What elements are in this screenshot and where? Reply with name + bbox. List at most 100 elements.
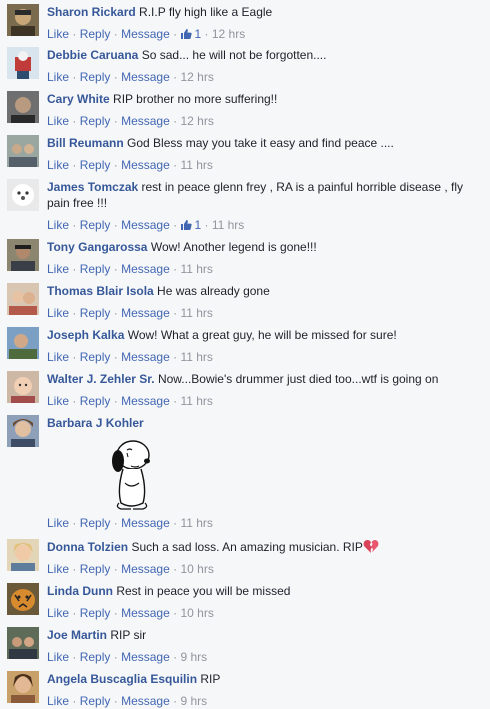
reply-link[interactable]: Reply [80,694,111,708]
timestamp[interactable]: 10 hrs [180,562,213,576]
separator: · [113,218,118,232]
comment-text: Rest in peace you will be missed [116,584,291,598]
timestamp[interactable]: 11 hrs [180,516,212,530]
comment-text: Wow! Another legend is gone!!! [150,240,317,254]
comment-author[interactable]: Cary White [47,92,110,106]
separator: · [113,562,118,576]
avatar[interactable] [7,327,39,359]
comment-actions: Like · Reply · Message · 11 hrs [47,305,483,321]
timestamp[interactable]: 12 hrs [180,114,213,128]
comment-author[interactable]: James Tomczak [47,180,138,194]
avatar[interactable] [7,539,39,571]
like-link[interactable]: Like [47,262,69,276]
like-link[interactable]: Like [47,114,69,128]
comment-author[interactable]: Thomas Blair Isola [47,284,154,298]
timestamp[interactable]: 11 hrs [212,218,244,232]
avatar[interactable] [7,627,39,659]
timestamp[interactable]: 9 hrs [180,650,207,664]
message-link[interactable]: Message [121,262,170,276]
message-link[interactable]: Message [121,516,170,530]
timestamp[interactable]: 12 hrs [180,70,213,84]
avatar[interactable] [7,239,39,271]
comment-author[interactable]: Walter J. Zehler Sr. [47,372,155,386]
reply-link[interactable]: Reply [80,562,111,576]
timestamp[interactable]: 11 hrs [180,158,212,172]
reply-link[interactable]: Reply [80,650,111,664]
message-link[interactable]: Message [121,306,170,320]
timestamp[interactable]: 11 hrs [180,306,212,320]
avatar[interactable] [7,371,39,403]
reply-link[interactable]: Reply [80,350,111,364]
separator: · [173,606,178,620]
like-link[interactable]: Like [47,606,69,620]
comment-author[interactable]: Barbara J Kohler [47,416,144,430]
comment-author[interactable]: Bill Reumann [47,136,124,150]
message-link[interactable]: Message [121,562,170,576]
reply-link[interactable]: Reply [80,262,111,276]
reply-link[interactable]: Reply [80,114,111,128]
timestamp[interactable]: 10 hrs [180,606,213,620]
like-link[interactable]: Like [47,516,69,530]
avatar[interactable] [7,283,39,315]
avatar[interactable] [7,415,39,447]
message-link[interactable]: Message [121,650,170,664]
avatar[interactable] [7,583,39,615]
avatar[interactable] [7,135,39,167]
timestamp[interactable]: 12 hrs [212,27,245,41]
reply-link[interactable]: Reply [80,394,111,408]
like-link[interactable]: Like [47,218,69,232]
comment-author[interactable]: Sharon Rickard [47,5,136,19]
like-link[interactable]: Like [47,394,69,408]
reply-link[interactable]: Reply [80,70,111,84]
reply-link[interactable]: Reply [80,158,111,172]
timestamp[interactable]: 9 hrs [180,694,207,708]
message-link[interactable]: Message [121,158,170,172]
avatar[interactable] [7,671,39,703]
comment-feed: Sharon Rickard R.I.P fly high like a Eag… [0,0,490,709]
timestamp[interactable]: 11 hrs [180,350,212,364]
separator: · [173,306,178,320]
reply-link[interactable]: Reply [80,606,111,620]
like-link[interactable]: Like [47,306,69,320]
reply-link[interactable]: Reply [80,516,111,530]
message-link[interactable]: Message [121,114,170,128]
like-link[interactable]: Like [47,158,69,172]
separator: · [113,694,118,708]
message-link[interactable]: Message [121,218,170,232]
message-link[interactable]: Message [121,350,170,364]
comment-author[interactable]: Tony Gangarossa [47,240,147,254]
like-link[interactable]: Like [47,350,69,364]
message-link[interactable]: Message [121,394,170,408]
like-count[interactable]: 1 [180,27,201,41]
comment-author[interactable]: Linda Dunn [47,584,113,598]
comment-author[interactable]: Debbie Caruana [47,48,138,62]
reply-link[interactable]: Reply [80,306,111,320]
timestamp[interactable]: 11 hrs [180,394,212,408]
comment-author[interactable]: Joseph Kalka [47,328,124,342]
like-link[interactable]: Like [47,562,69,576]
comment-author[interactable]: Donna Tolzien [47,540,128,554]
comment-text-line: Cary White RIP brother no more suffering… [47,91,483,107]
like-link[interactable]: Like [47,694,69,708]
sad-snoopy-sticker[interactable] [107,433,157,513]
message-link[interactable]: Message [121,70,170,84]
avatar[interactable] [7,47,39,79]
message-link[interactable]: Message [121,27,170,41]
like-link[interactable]: Like [47,650,69,664]
like-count[interactable]: 1 [180,218,201,232]
avatar[interactable] [7,179,39,211]
message-link[interactable]: Message [121,694,170,708]
comment-text-line: James Tomczak rest in peace glenn frey ,… [47,179,483,211]
avatar[interactable] [7,4,39,36]
avatar[interactable] [7,91,39,123]
reply-link[interactable]: Reply [80,218,111,232]
timestamp[interactable]: 11 hrs [180,262,212,276]
separator: · [113,650,118,664]
message-link[interactable]: Message [121,606,170,620]
like-link[interactable]: Like [47,70,69,84]
like-link[interactable]: Like [47,27,69,41]
separator: · [173,114,178,128]
reply-link[interactable]: Reply [80,27,111,41]
comment-author[interactable]: Angela Buscaglia Esquilin [47,672,197,686]
comment-author[interactable]: Joe Martin [47,628,107,642]
